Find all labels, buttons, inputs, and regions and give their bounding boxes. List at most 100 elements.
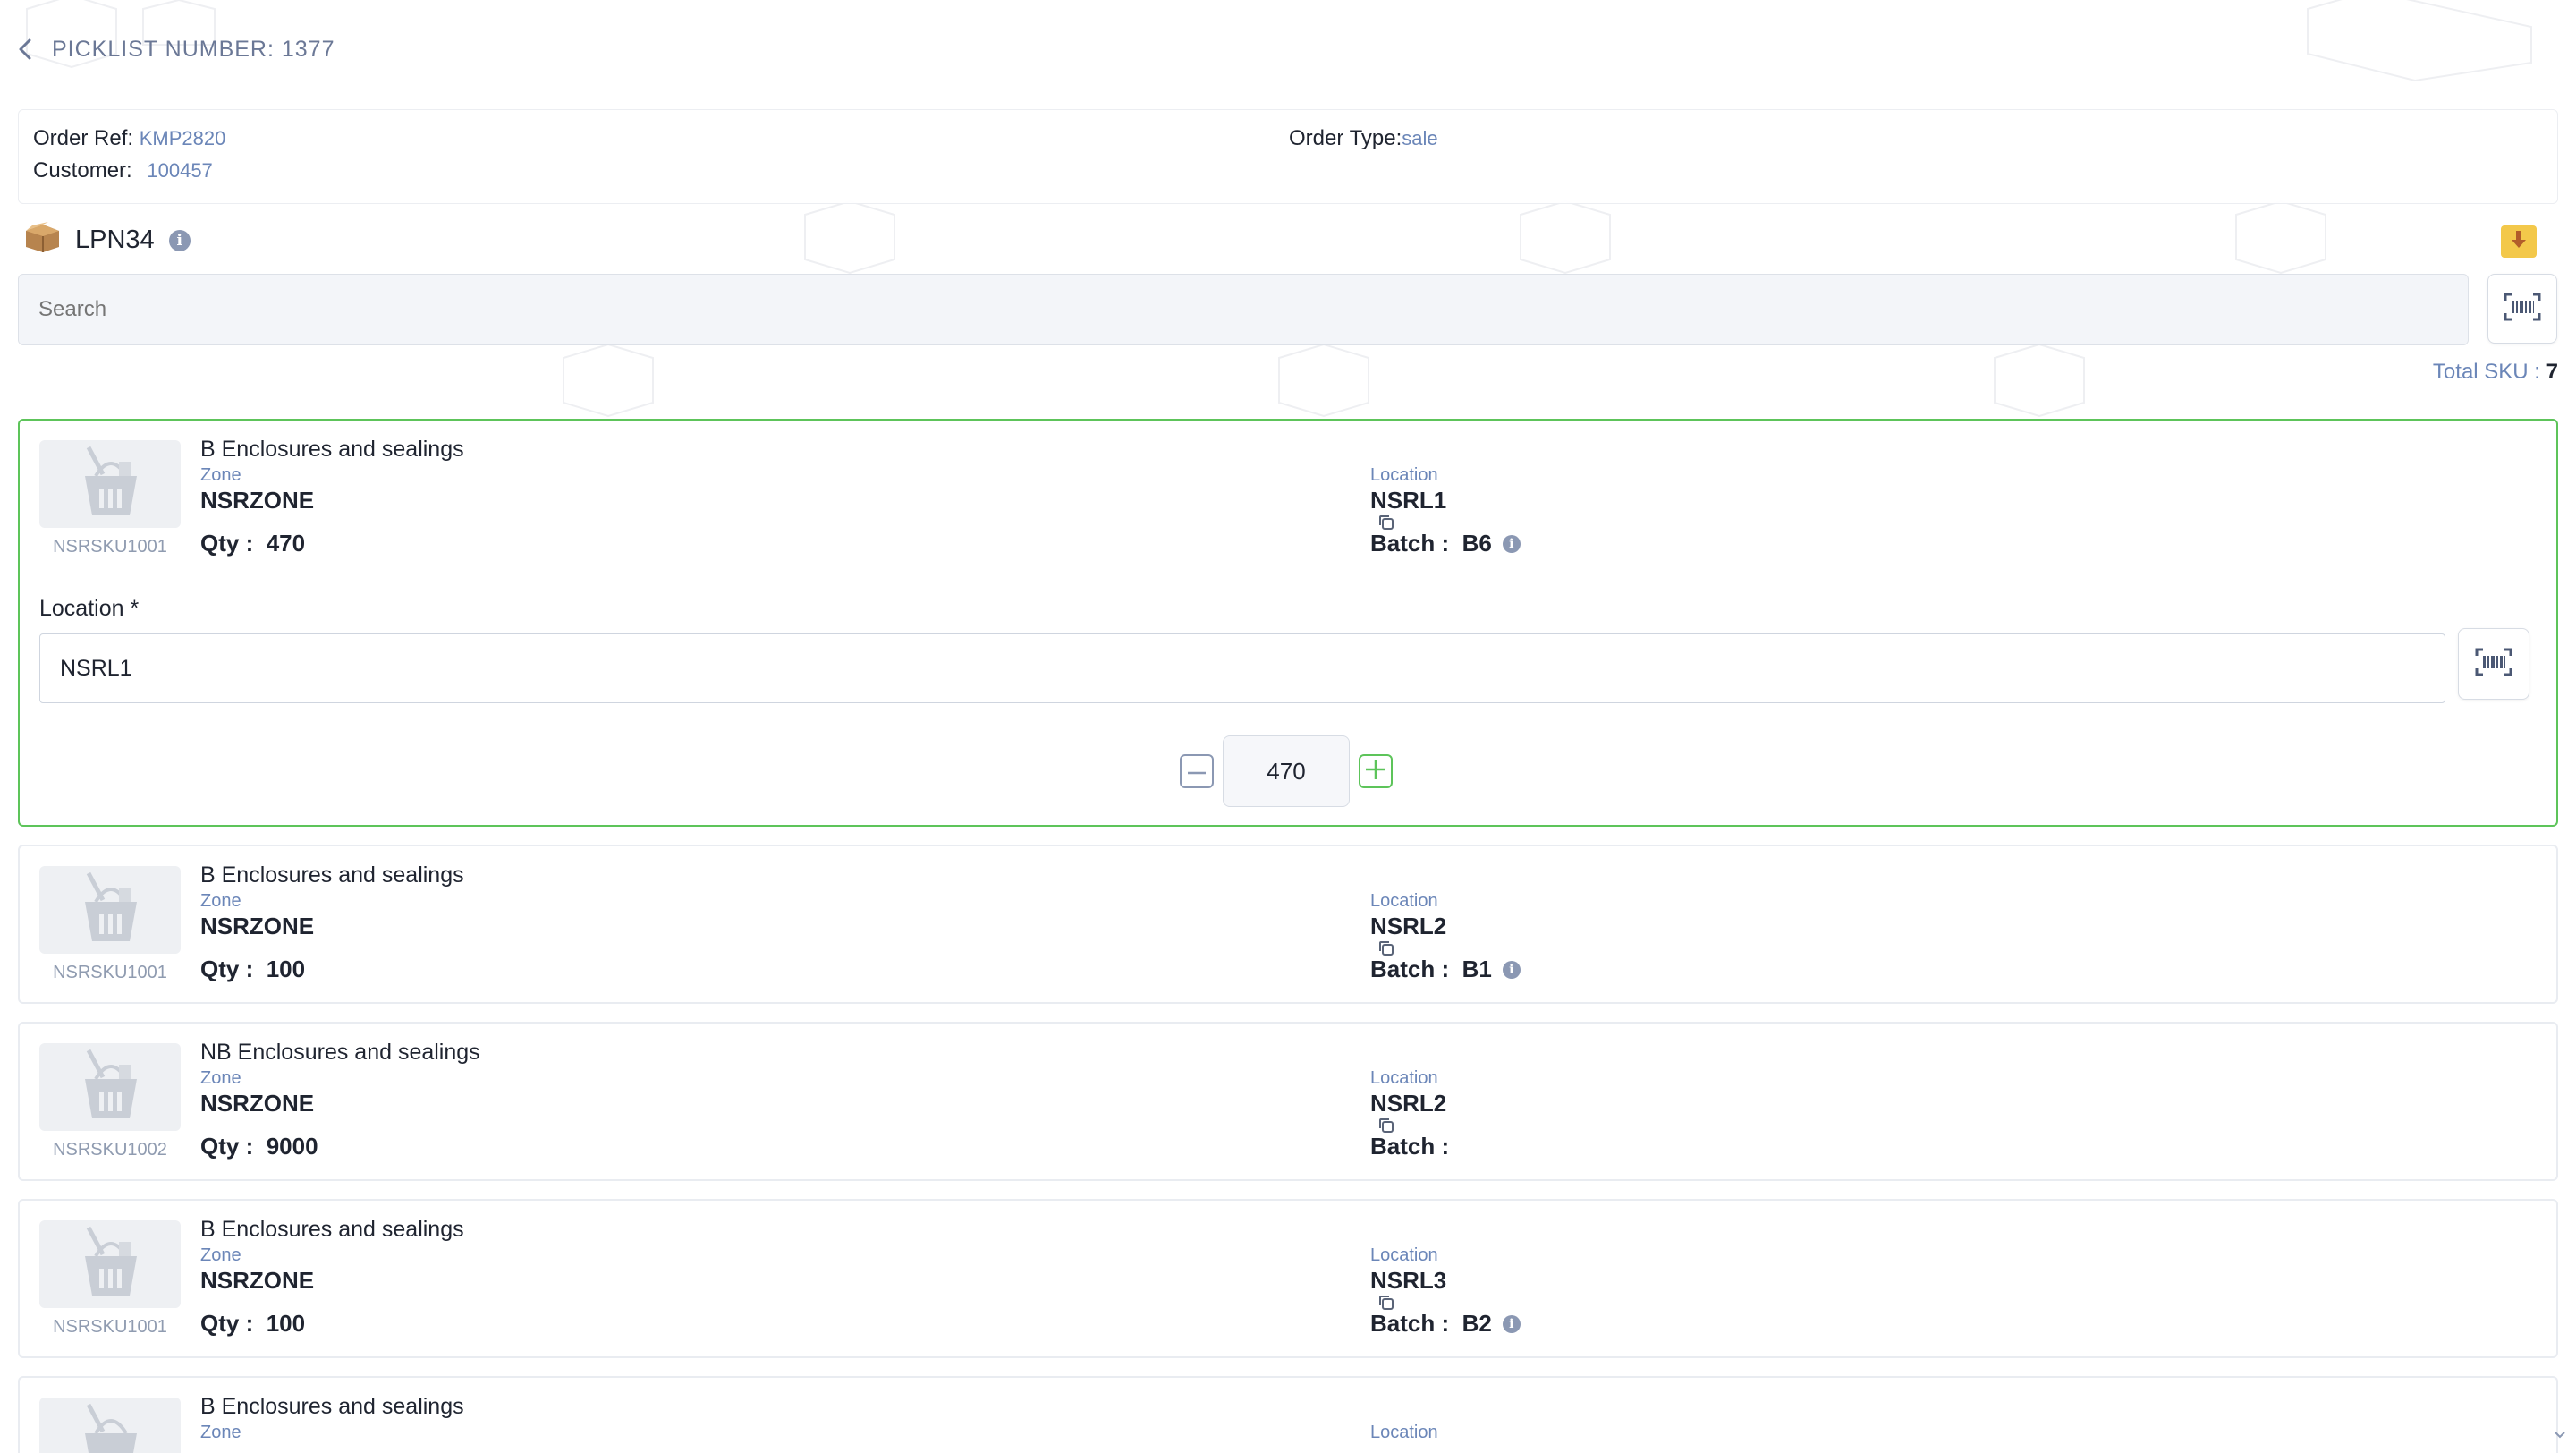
qty-label: Qty :	[200, 956, 254, 982]
batch-value: B2	[1462, 1310, 1492, 1337]
batch-info-icon[interactable]: i	[1502, 1314, 1521, 1333]
pick-item-card[interactable]: NSRSKU1001 B Enclosures and sealings Zon…	[18, 1199, 2558, 1358]
item-name: B Enclosures and sealings	[200, 1394, 464, 1419]
batch: Batch :	[1370, 1133, 1449, 1160]
zone-label: Zone	[200, 1068, 242, 1088]
item-name: NB Enclosures and sealings	[200, 1040, 480, 1065]
location-label: Location	[1370, 1245, 1438, 1265]
page-header: PICKLIST NUMBER: 1377	[18, 34, 335, 64]
decrement-button[interactable]	[1180, 754, 1214, 788]
qty-value: 9000	[266, 1133, 318, 1160]
qty-label: Qty :	[200, 1133, 254, 1160]
order-info-card: Order Ref: KMP2820 Customer: 100457 Orde…	[18, 109, 2558, 204]
product-thumbnail	[39, 1043, 181, 1131]
sku-code: NSRSKU1002	[53, 1140, 167, 1160]
basket-icon	[71, 870, 149, 951]
order-ref: Order Ref: KMP2820	[33, 126, 225, 151]
zone-label: Zone	[200, 1423, 242, 1442]
item-name: B Enclosures and sealings	[200, 1217, 464, 1242]
pick-item-card[interactable]: NSRSKU1002 NB Enclosures and sealings Zo…	[18, 1022, 2558, 1181]
info-icon[interactable]: i	[168, 229, 191, 251]
pick-item-card[interactable]: B Enclosures and sealings Zone Location	[18, 1376, 2558, 1453]
zone-value: NSRZONE	[200, 1267, 315, 1294]
zone-label: Zone	[200, 891, 242, 911]
quantity: Qty : 470	[200, 530, 305, 557]
copy-icon[interactable]	[1377, 939, 1395, 957]
sku-code: NSRSKU1001	[53, 963, 167, 982]
copy-icon[interactable]	[1377, 514, 1395, 531]
batch-label: Batch :	[1370, 1310, 1450, 1337]
basket-icon	[71, 1401, 149, 1453]
copy-icon[interactable]	[1377, 1294, 1395, 1312]
pick-item-card[interactable]: NSRSKU1001 B Enclosures and sealings Zon…	[18, 845, 2558, 1004]
product-thumbnail	[39, 1220, 181, 1308]
total-sku-value: 7	[2546, 360, 2558, 384]
quantity: Qty : 100	[200, 956, 305, 983]
page-title: PICKLIST NUMBER: 1377	[52, 36, 335, 62]
basket-icon	[71, 1047, 149, 1128]
location-value: NSRL2	[1370, 913, 1447, 939]
total-sku: Total SKU : 7	[2433, 360, 2558, 385]
zone-label: Zone	[200, 465, 242, 485]
total-sku-label: Total SKU :	[2432, 360, 2540, 384]
qty-label: Qty :	[200, 1310, 254, 1337]
product-thumbnail	[39, 1398, 181, 1453]
batch-value: B1	[1462, 956, 1492, 982]
quantity: Qty : 9000	[200, 1133, 318, 1160]
minus-icon	[1188, 763, 1206, 779]
batch: Batch : B6 i	[1370, 530, 1521, 557]
location-field-label: Location *	[39, 596, 140, 621]
basket-icon	[71, 1224, 149, 1305]
picklist-page: PICKLIST NUMBER: 1377 Order Ref: KMP2820…	[0, 0, 2576, 1453]
order-type: Order Type:sale	[1289, 126, 1438, 151]
quantity-stepper	[1180, 735, 1393, 807]
order-type-label: Order Type:	[1289, 126, 1402, 150]
batch-label: Batch :	[1370, 530, 1450, 557]
customer: Customer: 100457	[33, 158, 213, 183]
batch: Batch : B1 i	[1370, 956, 1521, 983]
barcode-scan-icon	[2504, 293, 2541, 326]
item-name: B Enclosures and sealings	[200, 437, 464, 462]
download-button[interactable]	[2501, 225, 2537, 258]
location-value: NSRL3	[1370, 1267, 1447, 1294]
order-type-value: sale	[1402, 127, 1438, 149]
search-input[interactable]	[18, 274, 2469, 345]
zone-label: Zone	[200, 1245, 242, 1265]
pick-item-card[interactable]: NSRSKU1001 B Enclosures and sealings Zon…	[18, 419, 2558, 827]
quantity-input[interactable]	[1223, 735, 1350, 807]
location-label: Location	[1370, 465, 1438, 485]
qty-value: 100	[266, 1310, 306, 1337]
qty-label: Qty :	[200, 530, 254, 557]
batch-label: Batch :	[1370, 1133, 1450, 1160]
qty-value: 100	[266, 956, 306, 982]
product-thumbnail	[39, 866, 181, 954]
search-scan-button[interactable]	[2487, 274, 2557, 344]
increment-button[interactable]	[1359, 754, 1393, 788]
location-input[interactable]	[39, 633, 2445, 703]
location-value: NSRL2	[1370, 1090, 1447, 1117]
zone-value: NSRZONE	[200, 1090, 315, 1117]
qty-value: 470	[266, 530, 306, 557]
batch-label: Batch :	[1370, 956, 1450, 982]
batch: Batch : B2 i	[1370, 1310, 1521, 1338]
customer-value: 100457	[147, 159, 213, 182]
chevron-left-icon[interactable]	[18, 34, 38, 64]
zone-value: NSRZONE	[200, 487, 315, 514]
location-value: NSRL1	[1370, 487, 1447, 514]
sku-code: NSRSKU1001	[53, 1317, 167, 1337]
copy-icon[interactable]	[1377, 1117, 1395, 1134]
basket-icon	[71, 444, 149, 525]
box-icon	[23, 222, 61, 259]
product-thumbnail	[39, 440, 181, 528]
location-scan-button[interactable]	[2458, 628, 2529, 700]
quantity: Qty : 100	[200, 1310, 305, 1338]
chevron-down-icon[interactable]	[2553, 1428, 2567, 1442]
zone-value: NSRZONE	[200, 913, 315, 939]
batch-info-icon[interactable]: i	[1502, 534, 1521, 553]
plus-icon	[1366, 759, 1385, 784]
barcode-scan-icon	[2475, 648, 2512, 681]
batch-info-icon[interactable]: i	[1502, 960, 1521, 979]
batch-value: B6	[1462, 530, 1492, 557]
order-ref-label: Order Ref:	[33, 126, 134, 150]
location-label: Location	[1370, 1423, 1438, 1442]
